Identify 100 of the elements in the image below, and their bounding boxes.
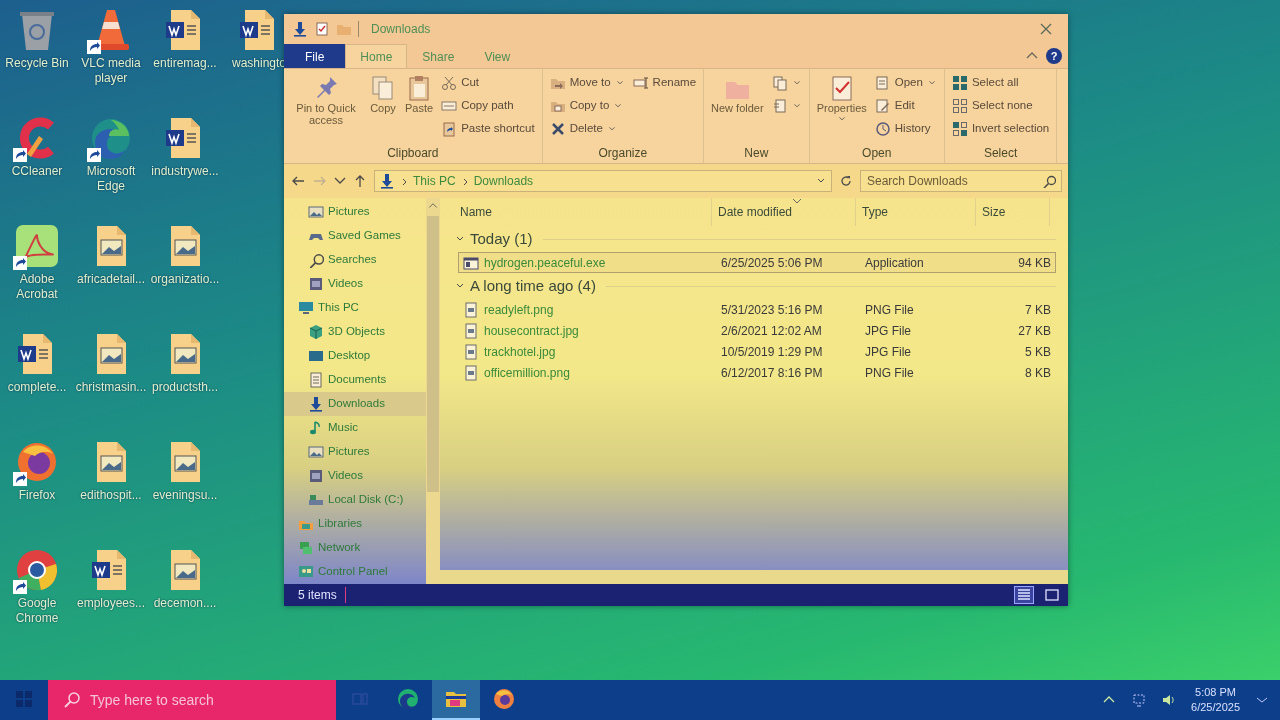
refresh-button[interactable] [838, 173, 854, 189]
ribbon-button[interactable]: Copy to [546, 95, 628, 117]
ribbon-button[interactable]: Copy [366, 72, 400, 145]
clock-date: 6/25/2025 [1191, 700, 1240, 715]
ribbon-button[interactable]: Select none [948, 95, 1053, 117]
nav-item[interactable]: Downloads [284, 392, 426, 416]
ribbon-button[interactable]: Edit [871, 95, 940, 117]
nav-item[interactable]: Pictures [284, 440, 426, 464]
file-row[interactable]: officemillion.png 6/12/2017 8:16 PM PNG File 8 KB [458, 362, 1056, 383]
breadcrumb[interactable]: Downloads [473, 172, 534, 190]
size-cell-text: 5 KB [1024, 343, 1052, 361]
date-cell-text: 10/5/2019 1:29 PM [720, 343, 824, 361]
taskbar-search-field[interactable]: Type here to search [48, 680, 336, 720]
ribbon-button[interactable]: Delete [546, 118, 628, 140]
icon-label: productsth... [151, 380, 218, 395]
nav-item[interactable]: Videos [284, 464, 426, 488]
nav-item[interactable]: This PC [284, 296, 426, 320]
ribbon-button[interactable]: New folder [708, 72, 767, 145]
taskbar-app[interactable] [432, 680, 480, 720]
ribbon-button[interactable]: Paste shortcut [438, 118, 538, 140]
windows-logo-icon [14, 689, 34, 709]
column-header[interactable]: Size [976, 198, 1050, 226]
ribbon-button[interactable]: Select all [948, 72, 1053, 94]
nav-item[interactable]: Music [284, 416, 426, 440]
nav-item[interactable]: Documents [284, 368, 426, 392]
scissors-icon [441, 75, 458, 91]
download-arrow-icon [292, 21, 308, 37]
date-cell-text: 6/25/2025 5:06 PM [720, 254, 824, 272]
column-header[interactable]: Name [454, 198, 712, 226]
type-cell-text: PNG File [864, 364, 915, 382]
shortcut-arrow-icon [13, 256, 27, 270]
nav-item[interactable]: Searches [284, 248, 426, 272]
icon-label: edithospit... [80, 488, 142, 503]
cube-icon [308, 324, 324, 340]
nav-item[interactable]: Saved Games [284, 224, 426, 248]
help-button[interactable]: ? [1046, 48, 1062, 64]
new-item-icon [771, 75, 788, 91]
icon-label: VLC media player [80, 56, 142, 86]
quick-access-button[interactable] [314, 21, 330, 37]
icon-label: organizatio... [150, 272, 220, 287]
ribbon-button[interactable]: Paste [402, 72, 437, 145]
clock-time: 5:08 PM [1194, 685, 1237, 700]
nav-item[interactable]: Desktop [284, 344, 426, 368]
size-cell-text: 94 KB [1017, 254, 1052, 272]
search-field[interactable]: Search Downloads [860, 170, 1062, 192]
type-cell-text: JPG File [864, 322, 912, 340]
pictures-icon [308, 204, 324, 220]
ribbon-button[interactable]: Invert selection [948, 118, 1053, 140]
group-header[interactable]: A long time ago (4) [454, 273, 1056, 299]
firefox-icon [492, 687, 516, 711]
open-icon [874, 75, 891, 91]
ribbon-button[interactable]: Pin to Quick access [288, 72, 364, 145]
nav-item[interactable]: Pictures [284, 200, 426, 224]
search-icon [62, 690, 82, 710]
scrollbar[interactable] [440, 570, 1068, 584]
video-icon [308, 468, 324, 484]
file-row[interactable]: trackhotel.jpg 10/5/2019 1:29 PM JPG File 5 KB [458, 341, 1056, 362]
pictures-icon [308, 444, 324, 460]
history-icon [874, 121, 891, 137]
ribbon-button[interactable]: Cut [438, 72, 538, 94]
ribbon-button[interactable]: Properties [813, 72, 870, 145]
nav-item[interactable]: Videos [284, 272, 426, 296]
nav-item[interactable]: 3D Objects [284, 320, 426, 344]
view-button[interactable] [1014, 586, 1034, 604]
close-icon [1038, 21, 1054, 37]
refresh-icon [838, 173, 854, 189]
breadcrumb[interactable]: This PC [413, 172, 456, 190]
ribbon-button[interactable]: Move to [546, 72, 628, 94]
clock[interactable]: 5:08 PM 6/25/2025 [1191, 685, 1240, 715]
group-header[interactable]: Today (1) [454, 226, 1056, 252]
application-icon [463, 254, 479, 271]
view-button[interactable] [1042, 586, 1062, 604]
ribbon-button[interactable]: Open [871, 72, 940, 94]
scrollbar[interactable] [426, 198, 440, 584]
drive-icon [308, 492, 324, 508]
network-icon [298, 540, 314, 556]
file-row[interactable]: housecontract.jpg 2/6/2021 12:02 AM JPG File 27 KB [458, 320, 1056, 341]
icon-label: eveningsu... [152, 488, 218, 503]
quick-access-button[interactable] [292, 21, 308, 37]
column-header[interactable]: Date modified [712, 198, 856, 226]
column-header[interactable]: Type [856, 198, 976, 226]
ribbon-button[interactable]: Rename [629, 72, 700, 94]
close-button[interactable] [1038, 21, 1054, 37]
address-bar[interactable]: This PC Downloads [374, 170, 832, 192]
file-row[interactable]: hydrogen.peaceful.exe 6/25/2025 5:06 PM Application 94 KB [458, 252, 1056, 273]
clipboard-icon [441, 121, 458, 137]
download-arrow-icon [379, 173, 395, 189]
easy-access-icon [771, 98, 788, 114]
desktop-icon [308, 348, 324, 364]
group-label: Clipboard [386, 145, 440, 162]
ribbon-button[interactable]: History [871, 118, 940, 140]
select-none-icon [951, 98, 968, 114]
rename-icon [632, 75, 649, 91]
ribbon-button[interactable]: Copy path [438, 95, 538, 117]
group-label: Organize [597, 145, 649, 162]
invert-selection-icon [951, 121, 968, 137]
file-row[interactable]: readyleft.png 5/31/2023 5:16 PM PNG File 7 KB [458, 299, 1056, 320]
ribbon-tab[interactable]: File [284, 44, 346, 68]
size-cell-text: 8 KB [1024, 364, 1052, 382]
file-name: housecontract.jpg [459, 321, 717, 340]
